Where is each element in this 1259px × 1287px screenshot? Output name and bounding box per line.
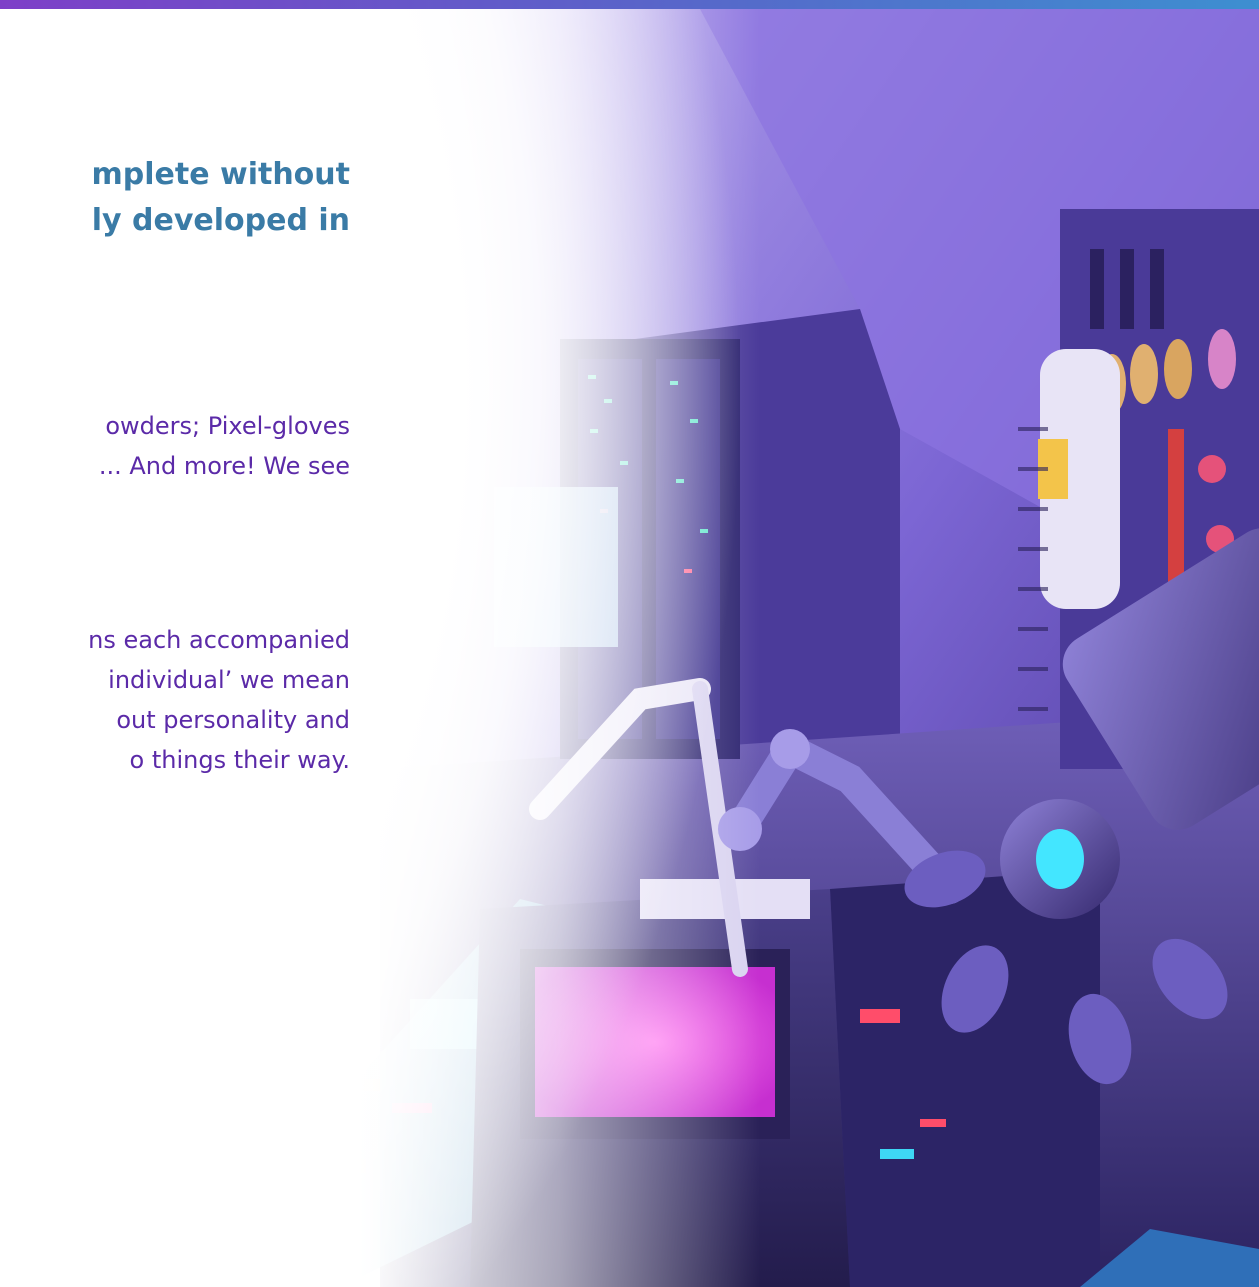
text-column: mplete without ly developed in owders; P… (0, 0, 360, 900)
paragraph-2: ns each accompanied individual’ we mean … (88, 620, 350, 780)
paragraph-line: o things their way. (129, 746, 350, 774)
paragraph-1: owders; Pixel-gloves ... And more! We se… (99, 406, 350, 486)
headline: mplete without ly developed in (91, 152, 350, 244)
headline-line: mplete without (91, 157, 350, 192)
headline-line: ly developed in (91, 203, 350, 238)
paragraph-line: owders; Pixel-gloves (105, 412, 350, 440)
paragraph-line: out personality and (116, 706, 350, 734)
paragraph-line: ns each accompanied (88, 626, 350, 654)
paragraph-line: ... And more! We see (98, 452, 350, 480)
paragraph-line: individual’ we mean (108, 666, 350, 694)
